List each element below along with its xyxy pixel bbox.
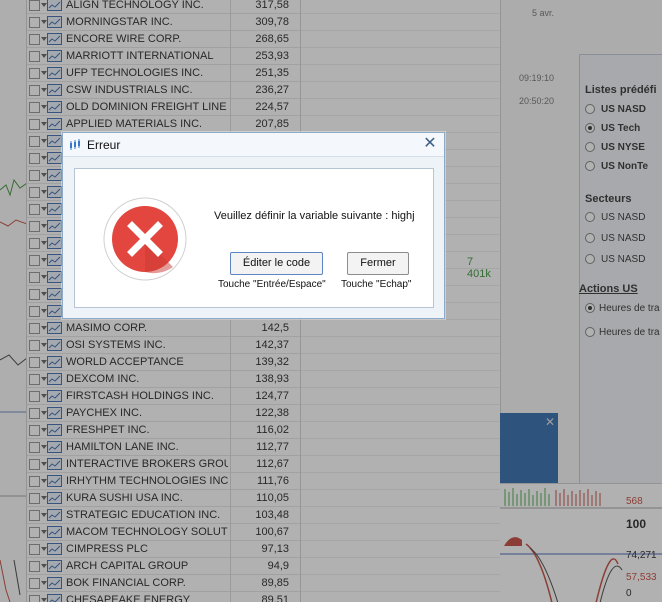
dialog-content: Veuillez définir la variable suivante : … [74,168,434,308]
close-dialog-button[interactable]: Fermer [347,252,409,275]
escape-key-hint: Touche "Echap" [341,279,412,290]
edit-code-button[interactable]: Éditer le code [230,252,323,275]
candlestick-app-icon [70,139,80,150]
dialog-title: Erreur [87,138,121,152]
error-dialog: Erreur ✕ Veuillez définir la variable su… [62,132,445,319]
trading-application: ALIGN TECHNOLOGY INC. 317,58 MORNINGSTAR I… [0,0,662,602]
error-x-icon [103,197,187,281]
enter-key-hint: Touche "Entrée/Espace" [218,279,326,290]
error-message: Veuillez définir la variable suivante : … [214,210,415,222]
dialog-close-icon[interactable]: ✕ [422,135,438,153]
dialog-titlebar[interactable]: Erreur ✕ [63,133,444,157]
